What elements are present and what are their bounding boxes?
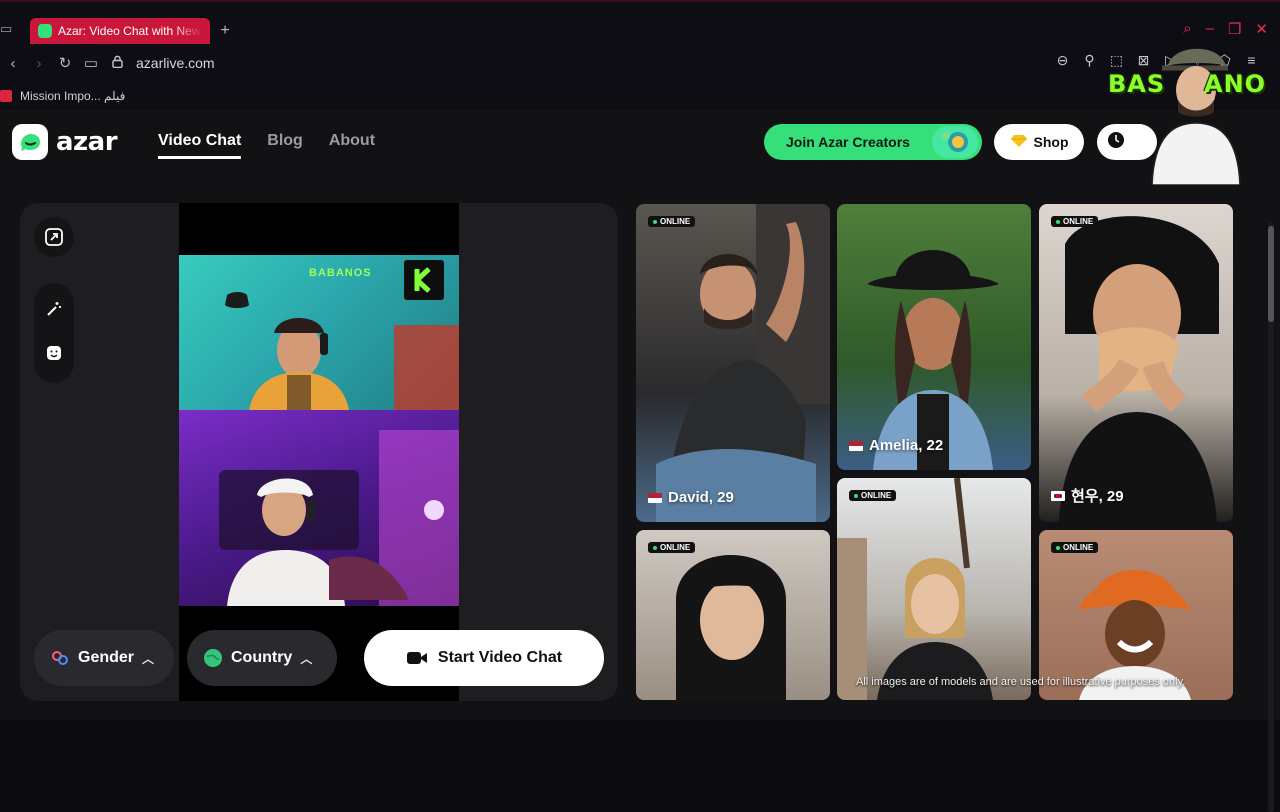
page-scrollbar[interactable]	[1268, 222, 1274, 812]
logo-text: azar	[56, 127, 118, 157]
profile-card-david[interactable]: ONLINE David, 29	[636, 204, 830, 522]
azar-logo-icon	[12, 124, 48, 160]
bookmark-favicon-icon	[0, 90, 12, 102]
webcam-feed-top: BABANOS	[179, 255, 459, 410]
minimize-icon[interactable]: –	[1206, 20, 1214, 38]
profile-card-amelia[interactable]: Amelia, 22	[837, 204, 1031, 470]
azar-site: azar Video Chat Blog About Join Azar Cre…	[0, 110, 1280, 812]
fullscreen-button[interactable]	[34, 217, 74, 257]
webcam-scene-bottom	[219, 430, 459, 606]
online-badge: ONLINE	[648, 542, 696, 553]
profile-photo	[867, 250, 999, 470]
panel-side-tools	[34, 217, 74, 383]
creator-avatar	[1151, 48, 1241, 185]
magic-filter-button[interactable]	[34, 289, 74, 329]
video-camera-icon	[406, 652, 427, 664]
magic-wand-icon	[47, 302, 61, 316]
lock-icon[interactable]	[104, 55, 130, 72]
watermark-text-right: ANO	[1204, 70, 1267, 98]
webcam-overlay-tag: BABANOS	[309, 267, 372, 279]
shop-button[interactable]: Shop	[994, 124, 1084, 160]
new-tab-button[interactable]: +	[216, 22, 234, 40]
profile-name: 현우, 29	[1051, 485, 1124, 506]
tab-actions-icon[interactable]: ▭	[0, 22, 14, 36]
zoom-icon[interactable]: ⊖	[1054, 52, 1071, 69]
azar-logo[interactable]: azar	[12, 124, 118, 160]
gender-icon	[52, 651, 68, 665]
profile-card-hyunwoo[interactable]: ONLINE 현우, 29	[1039, 204, 1233, 522]
camera-icon[interactable]: ▭	[78, 54, 104, 72]
chevron-up-icon: ︿	[300, 651, 313, 666]
webcam-feed-bottom	[179, 410, 459, 606]
gallery-disclaimer: All images are of models and are used fo…	[856, 676, 1186, 688]
reload-icon[interactable]: ↻	[52, 54, 78, 72]
kr-flag-icon	[1051, 490, 1065, 501]
tab-strip: ▭ Azar: Video Chat with New + ⌕ – ❐ ✕	[0, 16, 1280, 46]
country-label: Country	[231, 649, 293, 666]
profile-photo	[1059, 216, 1219, 522]
nav-about[interactable]: About	[329, 132, 375, 159]
pin-icon[interactable]: ⚲	[1081, 52, 1098, 69]
video-stream[interactable]: BABANOS	[179, 203, 459, 701]
profile-name: David, 29	[648, 489, 734, 506]
back-icon[interactable]: ‹	[0, 55, 26, 72]
tab-title: Azar: Video Chat with New	[58, 24, 201, 38]
join-creators-label: Join Azar Creators	[786, 134, 910, 150]
browser-chrome: ▭ Azar: Video Chat with New + ⌕ – ❐ ✕ ‹ …	[0, 0, 1280, 110]
profile-photo	[676, 555, 786, 700]
online-badge: ONLINE	[849, 490, 897, 501]
us-flag-icon	[849, 440, 863, 451]
chevron-up-icon: ︿	[142, 651, 155, 666]
profile-card-woman-1[interactable]: ONLINE	[636, 530, 830, 700]
gender-label: Gender	[78, 649, 135, 666]
video-chat-panel: BABANOS Gender ︿ Country ︿ Start Video C…	[20, 203, 618, 701]
globe-icon	[204, 649, 222, 667]
face-sticker-button[interactable]	[34, 333, 74, 373]
forward-icon[interactable]: ›	[26, 55, 52, 72]
watermark-text-left: BAS	[1108, 70, 1166, 98]
azar-favicon-icon	[38, 24, 52, 38]
main-nav: Video Chat Blog About	[158, 132, 375, 159]
profile-card-man-hat[interactable]: ONLINE	[1039, 530, 1233, 700]
start-video-chat-label: Start Video Chat	[437, 649, 563, 666]
online-badge: ONLINE	[1051, 542, 1099, 553]
profile-photo	[656, 204, 830, 522]
address-bar: ‹ › ↻ ▭ azarlive.com ⊖ ⚲ ⬚ ⊠ ▷ ♡ ⬠ ≡	[0, 50, 1280, 76]
gem-icon	[1010, 134, 1028, 151]
creators-badge-icon	[932, 126, 978, 158]
smile-face-icon	[47, 346, 61, 360]
profile-photo	[837, 478, 993, 700]
online-badge: ONLINE	[1051, 216, 1099, 227]
start-video-chat-button[interactable]: Start Video Chat	[364, 630, 604, 686]
shop-label: Shop	[1033, 134, 1069, 150]
user-gallery: ONLINE David, 29 Amelia, 22 ONLINE 현우, 2…	[636, 204, 1236, 700]
scrollbar-thumb[interactable]	[1268, 226, 1274, 322]
profile-name: Amelia, 22	[849, 437, 943, 454]
us-flag-icon	[648, 492, 662, 503]
profile-photo	[1079, 570, 1191, 700]
bookmark-item[interactable]: Mission Impo... فيلم	[20, 89, 125, 103]
join-creators-button[interactable]: Join Azar Creators	[764, 124, 982, 160]
window-controls: ⌕ – ❐ ✕	[1183, 20, 1268, 38]
url-field[interactable]: azarlive.com	[136, 55, 215, 71]
expand-icon	[45, 228, 63, 246]
online-badge: ONLINE	[648, 216, 696, 227]
profile-card-woman-2[interactable]: ONLINE	[837, 478, 1031, 700]
creator-watermark: BAS ANO	[1108, 40, 1265, 185]
nav-video-chat[interactable]: Video Chat	[158, 132, 242, 159]
restore-icon[interactable]: ❐	[1228, 20, 1241, 38]
country-filter-button[interactable]: Country ︿	[187, 630, 337, 686]
bookmarks-bar: Mission Impo... فيلم	[0, 86, 125, 106]
effects-group	[34, 283, 74, 383]
tab-azar[interactable]: Azar: Video Chat with New	[30, 18, 210, 44]
nav-blog[interactable]: Blog	[267, 132, 303, 159]
search-tabs-icon[interactable]: ⌕	[1183, 20, 1191, 38]
close-icon[interactable]: ✕	[1255, 20, 1268, 38]
gender-filter-button[interactable]: Gender ︿	[34, 630, 174, 686]
